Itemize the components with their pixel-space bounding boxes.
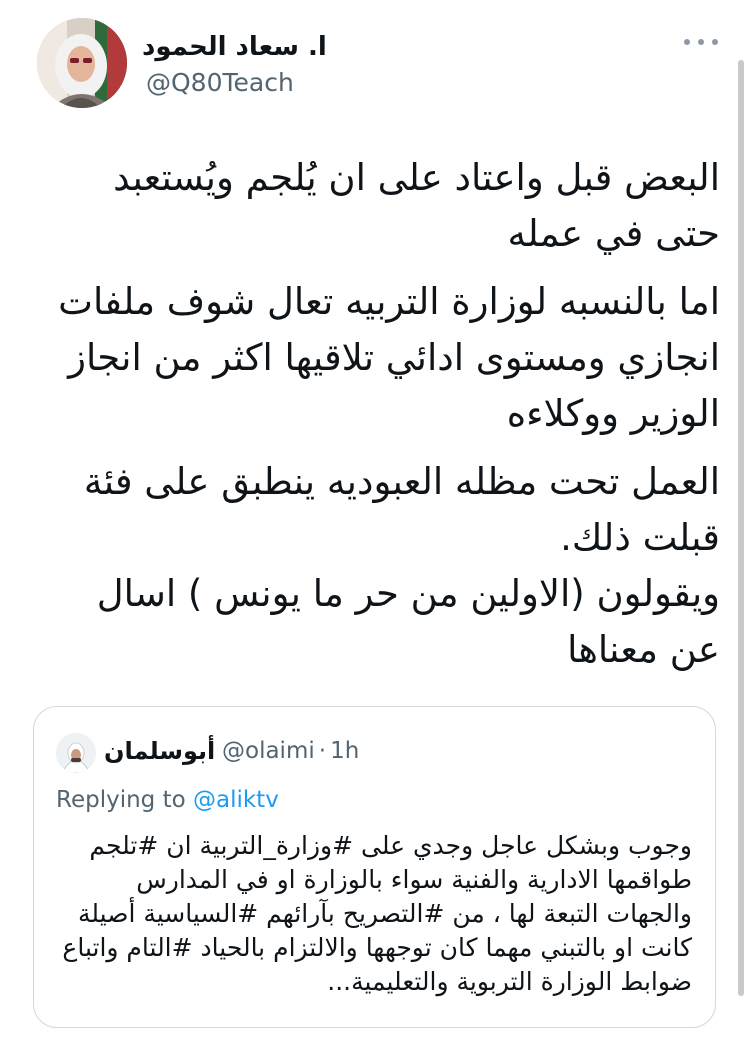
quoted-tweet-paragraph: وجوب وبشكل عاجل وجدي على #وزارة_التربية …: [62, 831, 692, 996]
replying-to-label: Replying to: [56, 787, 186, 813]
author-avatar-image: [37, 18, 127, 108]
more-dot: [698, 39, 704, 45]
tweet-paragraph: اما بالنسبه لوزارة التربيه تعال شوف ملفا…: [58, 280, 720, 435]
quoted-author-meta: @olaimi · 1h: [222, 738, 359, 764]
author-handle[interactable]: @Q80Teach: [146, 68, 294, 97]
quoted-author-display-name[interactable]: أبوسلمان: [104, 737, 215, 765]
more-horizontal-icon[interactable]: [684, 32, 718, 52]
tweet-paragraph: العمل تحت مظله العبوديه ينطبق على فئة قب…: [83, 460, 720, 559]
quoted-tweet-card[interactable]: أبوسلمان @olaimi · 1h Replying to @aliktv …: [33, 706, 716, 1028]
quoted-tweet-text: وجوب وبشكل عاجل وجدي على #وزارة_التربية …: [56, 829, 692, 999]
tweet-paragraph: البعض قبل واعتاد على ان يُلجم ويُستعبد ح…: [113, 156, 720, 255]
replying-to-mention-link[interactable]: @aliktv: [193, 787, 279, 813]
quoted-tweet-time[interactable]: 1h: [330, 738, 359, 764]
more-dot: [712, 39, 718, 45]
author-display-name[interactable]: ا. سعاد الحمود: [142, 32, 327, 62]
tweet-paragraph: ويقولون (الاولين من حر ما يونس ) اسال عن…: [96, 572, 720, 671]
meta-separator: ·: [318, 738, 327, 764]
tweet-screen: ا. سعاد الحمود @Q80Teach البعض قبل واعتا…: [0, 0, 750, 1046]
author-avatar[interactable]: [37, 18, 127, 108]
quoted-author-avatar[interactable]: [56, 733, 96, 773]
page-scrollbar[interactable]: [738, 60, 744, 996]
tweet-header: ا. سعاد الحمود @Q80Teach: [0, 0, 750, 120]
quoted-author-handle[interactable]: @olaimi: [222, 738, 315, 764]
tweet-text: البعض قبل واعتاد على ان يُلجم ويُستعبد ح…: [50, 150, 720, 690]
more-dot: [684, 39, 690, 45]
replying-to-line: Replying to @aliktv: [56, 787, 279, 813]
quoted-author-avatar-image: [56, 733, 96, 773]
